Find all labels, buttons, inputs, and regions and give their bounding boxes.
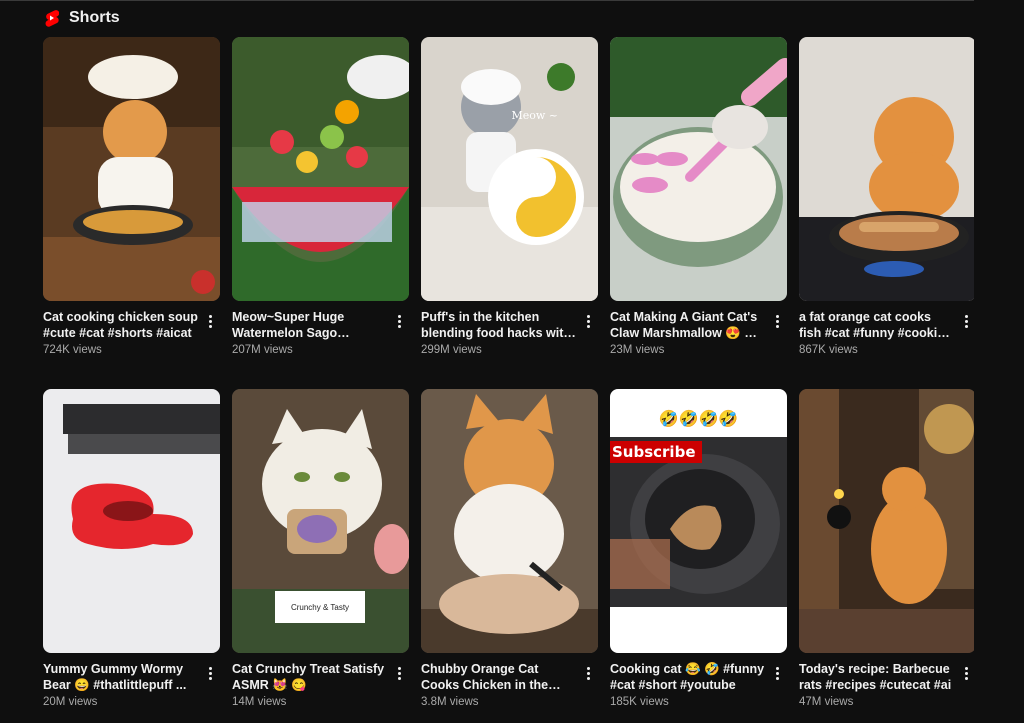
short-card[interactable]: Yummy Gummy Wormy Bear 😄 #thatlittlepuff… — [43, 389, 220, 723]
short-card[interactable]: Chubby Orange Cat Cooks Chicken in the C… — [421, 389, 598, 723]
short-views: 20M views — [43, 696, 98, 708]
short-thumbnail[interactable]: Meow ~ — [421, 37, 598, 301]
short-card[interactable]: Meow~Super Huge Watermelon Sago Dessert.… — [232, 37, 409, 371]
short-views: 299M views — [421, 344, 482, 356]
short-card[interactable]: Cat Making A Giant Cat's Claw Marshmallo… — [610, 37, 787, 371]
short-card[interactable]: Crunchy & Tasty Cat Crunchy Treat Satisf… — [232, 389, 409, 723]
more-actions-button[interactable] — [580, 309, 596, 333]
short-card[interactable]: 🤣🤣🤣🤣 Subscribe Cooking cat 😂 🤣 #funny #c… — [610, 389, 787, 723]
short-title[interactable]: Puff's in the kitchen blending food hack… — [421, 309, 578, 341]
short-thumbnail[interactable] — [232, 37, 409, 301]
short-title[interactable]: Cooking cat 😂 🤣 #funny #cat #short #yout… — [610, 661, 767, 693]
short-card[interactable]: a fat orange cat cooks fish #cat #funny … — [799, 37, 976, 371]
short-views: 724K views — [43, 344, 102, 356]
short-thumbnail[interactable] — [799, 37, 976, 301]
short-title[interactable]: Chubby Orange Cat Cooks Chicken in the C… — [421, 661, 578, 693]
shorts-section-header: Shorts — [43, 8, 120, 28]
right-edge — [974, 0, 1024, 707]
short-title[interactable]: Yummy Gummy Wormy Bear 😄 #thatlittlepuff… — [43, 661, 200, 693]
short-title[interactable]: Meow~Super Huge Watermelon Sago Dessert.… — [232, 309, 389, 341]
top-divider — [0, 0, 974, 1]
more-actions-button[interactable] — [202, 309, 218, 333]
more-actions-button[interactable] — [958, 661, 974, 685]
short-views: 23M views — [610, 344, 665, 356]
short-card[interactable]: Today's recipe: Barbecue rats #recipes #… — [799, 389, 976, 723]
short-thumbnail[interactable] — [610, 37, 787, 301]
crunchy-tasty-sticker: Crunchy & Tasty — [275, 591, 365, 623]
section-title: Shorts — [69, 9, 120, 26]
more-actions-button[interactable] — [769, 661, 785, 685]
short-title[interactable]: Today's recipe: Barbecue rats #recipes #… — [799, 661, 956, 693]
short-views: 867K views — [799, 344, 858, 356]
short-title[interactable]: Cat Crunchy Treat Satisfy ASMR 😻 😋 — [232, 661, 389, 693]
meow-overlay-text: Meow ~ — [511, 109, 558, 122]
short-title[interactable]: Cat Making A Giant Cat's Claw Marshmallo… — [610, 309, 767, 341]
short-thumbnail[interactable] — [43, 37, 220, 301]
short-views: 185K views — [610, 696, 669, 708]
more-actions-button[interactable] — [769, 309, 785, 333]
short-thumbnail[interactable]: 🤣🤣🤣🤣 Subscribe — [610, 389, 787, 653]
short-title[interactable]: Cat cooking chicken soup #cute #cat #sho… — [43, 309, 200, 341]
more-actions-button[interactable] — [202, 661, 218, 685]
short-views: 207M views — [232, 344, 293, 356]
short-views: 47M views — [799, 696, 854, 708]
short-thumbnail[interactable]: Crunchy & Tasty — [232, 389, 409, 653]
subscribe-overlay: Subscribe — [610, 441, 702, 463]
short-thumbnail[interactable] — [421, 389, 598, 653]
more-actions-button[interactable] — [391, 309, 407, 333]
short-thumbnail[interactable] — [799, 389, 976, 653]
shorts-row-1: Cat cooking chicken soup #cute #cat #sho… — [43, 37, 976, 371]
short-views: 3.8M views — [421, 696, 479, 708]
short-title[interactable]: a fat orange cat cooks fish #cat #funny … — [799, 309, 956, 341]
short-views: 14M views — [232, 696, 287, 708]
shorts-logo-icon — [43, 9, 60, 27]
more-actions-button[interactable] — [391, 661, 407, 685]
short-card[interactable]: Cat cooking chicken soup #cute #cat #sho… — [43, 37, 220, 371]
emoji-overlay: 🤣🤣🤣🤣 — [658, 409, 739, 428]
shorts-grid: Cat cooking chicken soup #cute #cat #sho… — [43, 37, 976, 723]
more-actions-button[interactable] — [580, 661, 596, 685]
short-card[interactable]: Meow ~ Puff's in the kitchen blending fo… — [421, 37, 598, 371]
shorts-row-2: Yummy Gummy Wormy Bear 😄 #thatlittlepuff… — [43, 389, 976, 723]
short-thumbnail[interactable] — [43, 389, 220, 653]
more-actions-button[interactable] — [958, 309, 974, 333]
